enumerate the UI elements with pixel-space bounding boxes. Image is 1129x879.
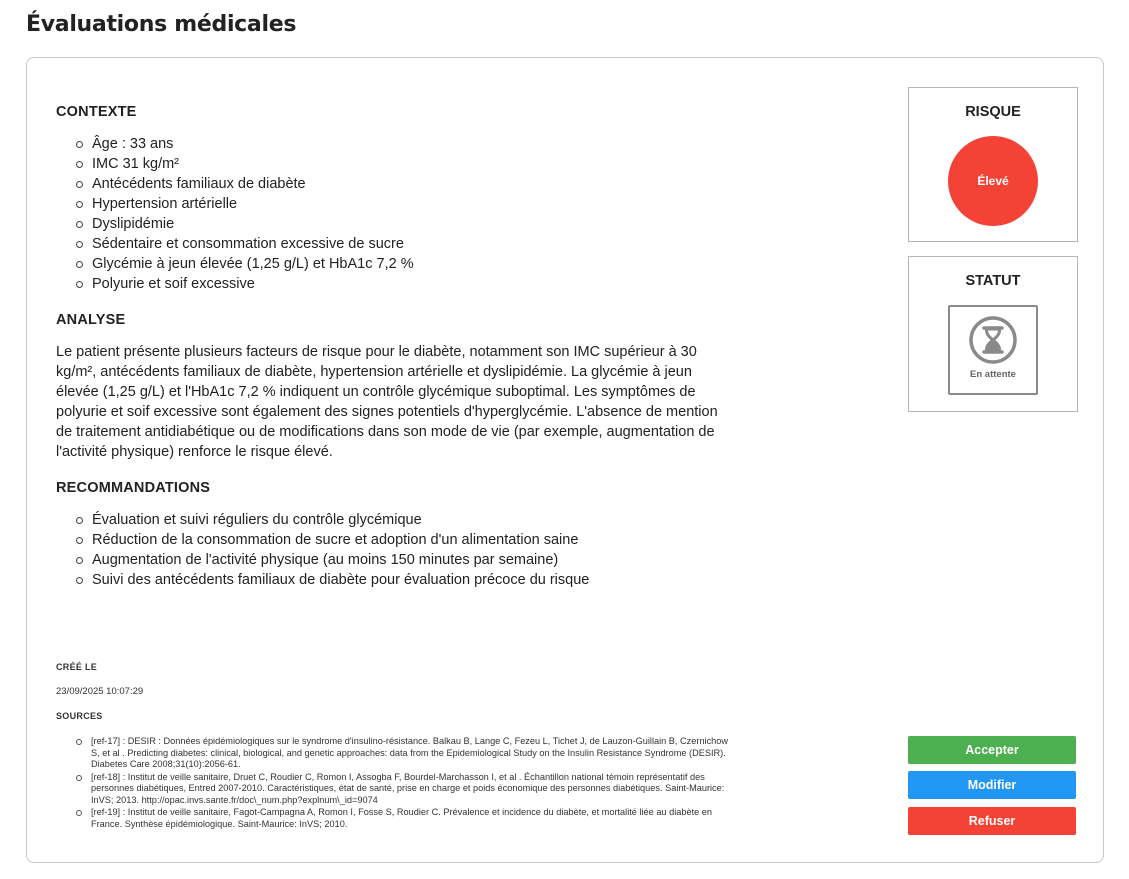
list-item: Évaluation et suivi réguliers du contrôl… xyxy=(76,510,736,530)
created-label: CRÉÉ LE xyxy=(56,662,98,672)
risk-indicator: Élevé xyxy=(948,136,1038,226)
analysis-text: Le patient présente plusieurs facteurs d… xyxy=(56,344,718,460)
list-item: Polyurie et soif excessive xyxy=(76,274,736,294)
status-value: En attente xyxy=(970,369,1016,380)
recommendations-list: Évaluation et suivi réguliers du contrôl… xyxy=(56,510,736,590)
accept-button[interactable]: Accepter xyxy=(908,736,1076,764)
recommendations-heading: RECOMMANDATIONS xyxy=(56,480,211,496)
evaluation-meta: CRÉÉ LE 23/09/2025 10:07:29 SOURCES [ref… xyxy=(56,662,736,831)
status-panel: STATUT En attente xyxy=(908,256,1078,412)
list-item: Antécédents familiaux de diabète xyxy=(76,174,736,194)
list-item: Suivi des antécédents familiaux de diabè… xyxy=(76,570,736,590)
evaluation-card: CONTEXTE Âge : 33 ans IMC 31 kg/m² Antéc… xyxy=(26,57,1104,863)
risk-title: RISQUE xyxy=(965,104,1021,120)
source-item: [ref-17] : DESIR : Données épidémiologiq… xyxy=(76,736,731,771)
list-item: Âge : 33 ans xyxy=(76,134,736,154)
list-item: Sédentaire et consommation excessive de … xyxy=(76,234,736,254)
reject-button[interactable]: Refuser xyxy=(908,807,1076,835)
context-heading: CONTEXTE xyxy=(56,104,137,120)
list-item: Hypertension artérielle xyxy=(76,194,736,214)
risk-panel: RISQUE Élevé xyxy=(908,87,1078,242)
source-item: [ref-18] : Institut de veille sanitaire,… xyxy=(76,772,731,807)
risk-level: Élevé xyxy=(977,174,1009,188)
sources-label: SOURCES xyxy=(56,711,103,721)
evaluation-main: CONTEXTE Âge : 33 ans IMC 31 kg/m² Antéc… xyxy=(56,86,736,604)
list-item: IMC 31 kg/m² xyxy=(76,154,736,174)
list-item: Glycémie à jeun élevée (1,25 g/L) et HbA… xyxy=(76,254,736,274)
hourglass-icon xyxy=(969,316,1017,364)
modify-button[interactable]: Modifier xyxy=(908,771,1076,799)
list-item: Réduction de la consommation de sucre et… xyxy=(76,530,736,550)
sources-list: [ref-17] : DESIR : Données épidémiologiq… xyxy=(56,736,736,830)
created-value: 23/09/2025 10:07:29 xyxy=(56,686,144,697)
analysis-heading: ANALYSE xyxy=(56,312,126,328)
page-title: Évaluations médicales xyxy=(26,12,297,37)
context-list: Âge : 33 ans IMC 31 kg/m² Antécédents fa… xyxy=(56,134,736,294)
status-title: STATUT xyxy=(965,273,1021,289)
status-indicator: En attente xyxy=(948,305,1038,395)
list-item: Dyslipidémie xyxy=(76,214,736,234)
list-item: Augmentation de l'activité physique (au … xyxy=(76,550,736,570)
source-item: [ref-19] : Institut de veille sanitaire,… xyxy=(76,807,731,830)
